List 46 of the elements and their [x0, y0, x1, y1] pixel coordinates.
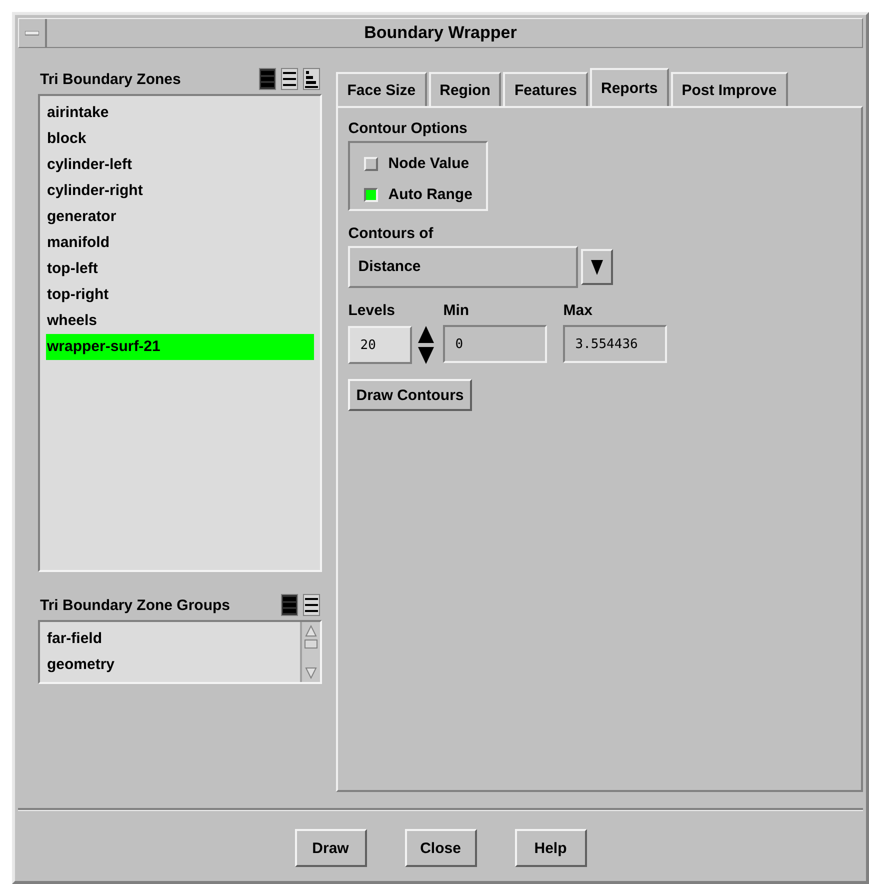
- select-all-icon[interactable]: [281, 594, 298, 616]
- tab[interactable]: Features: [503, 72, 588, 106]
- dropdown-field[interactable]: Distance: [348, 246, 578, 288]
- max-field[interactable]: 3.554436: [563, 325, 668, 363]
- minus-icon: [25, 30, 39, 36]
- draw-contours-button[interactable]: Draw Contours: [348, 379, 472, 411]
- list-item[interactable]: cylinder-left: [46, 152, 314, 178]
- dialog-button[interactable]: Close: [404, 829, 476, 867]
- checkbox-label[interactable]: Node Value: [388, 155, 470, 172]
- checkbox[interactable]: [364, 188, 378, 202]
- select-all-icon[interactable]: [259, 68, 276, 90]
- list-item[interactable]: generator: [46, 204, 314, 230]
- min-field[interactable]: 0: [443, 325, 548, 363]
- tab[interactable]: Region: [428, 72, 502, 106]
- levels-field[interactable]: 20: [348, 326, 412, 364]
- tab[interactable]: Face Size: [336, 72, 427, 106]
- dialog-button[interactable]: Draw: [294, 829, 366, 867]
- list-item[interactable]: geometry: [46, 652, 294, 678]
- list-item[interactable]: wheels: [46, 308, 314, 334]
- list-item[interactable]: wrapper-surf-21: [46, 334, 314, 360]
- dialog-button[interactable]: Help: [514, 829, 586, 867]
- scrollbar[interactable]: [300, 622, 320, 682]
- checkbox-label[interactable]: Auto Range: [388, 186, 472, 203]
- triangle-down-icon: [590, 258, 604, 276]
- field-label: Min: [443, 302, 470, 319]
- list-item[interactable]: manifold: [46, 230, 314, 256]
- list-title: Tri Boundary Zone Groups: [40, 596, 230, 614]
- tab[interactable]: Reports: [590, 68, 669, 106]
- sort-icon[interactable]: [303, 68, 320, 90]
- list-item[interactable]: block: [46, 126, 314, 152]
- list-item[interactable]: cylinder-right: [46, 178, 314, 204]
- deselect-all-icon[interactable]: [281, 68, 298, 90]
- tab[interactable]: Post Improve: [670, 72, 788, 106]
- window-title: Boundary Wrapper: [363, 22, 518, 44]
- deselect-all-icon[interactable]: [303, 594, 320, 616]
- spinner-icon[interactable]: [417, 325, 436, 365]
- list-item[interactable]: top-left: [46, 256, 314, 282]
- section-label: Contour Options: [348, 120, 468, 137]
- field-label: Contours of: [348, 225, 434, 242]
- list-title: Tri Boundary Zones: [40, 70, 181, 88]
- list-item[interactable]: far-field: [46, 626, 294, 652]
- list-item[interactable]: airintake: [46, 100, 314, 126]
- list-item[interactable]: top-right: [46, 282, 314, 308]
- field-label: Max: [563, 302, 594, 319]
- dropdown-button[interactable]: [581, 249, 614, 285]
- field-label: Levels: [348, 302, 396, 319]
